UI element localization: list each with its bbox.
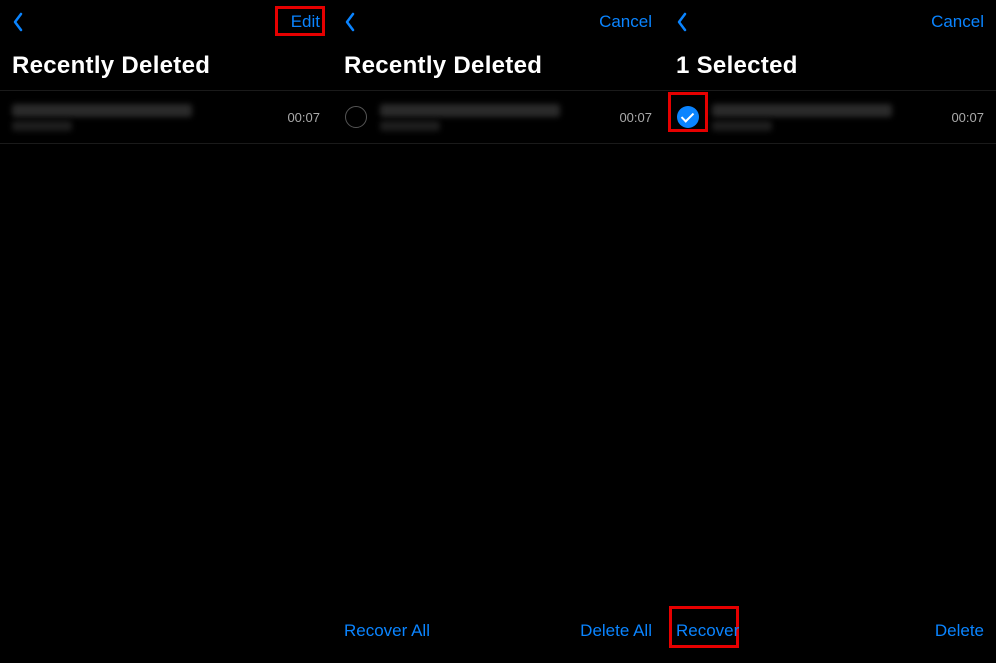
duration-label: 00:07 [951, 110, 984, 125]
divider [332, 143, 664, 144]
duration-label: 00:07 [619, 110, 652, 125]
memo-title-redacted [12, 104, 279, 131]
divider [664, 143, 996, 144]
chevron-left-icon [676, 12, 688, 32]
nav-bar: Cancel [332, 0, 664, 44]
delete-all-button[interactable]: Delete All [580, 621, 652, 641]
duration-label: 00:07 [287, 110, 320, 125]
chevron-left-icon [344, 12, 356, 32]
circle-unchecked-icon [345, 106, 367, 128]
recover-all-button[interactable]: Recover All [344, 621, 430, 641]
chevron-left-icon [12, 12, 24, 32]
back-button[interactable] [12, 12, 24, 32]
recover-button[interactable]: Recover [676, 621, 739, 641]
page-title: Recently Deleted [0, 44, 332, 90]
cancel-button[interactable]: Cancel [931, 12, 984, 32]
memo-title-redacted [712, 104, 943, 131]
back-button[interactable] [344, 12, 356, 32]
memo-title-redacted [380, 104, 611, 131]
divider [0, 143, 332, 144]
page-title: 1 Selected [664, 44, 996, 90]
page-title: Recently Deleted [332, 44, 664, 90]
edit-button[interactable]: Edit [291, 12, 320, 32]
nav-bar: Edit [0, 0, 332, 44]
pane-3: Cancel 1 Selected 00:07 Recover Delete [664, 0, 996, 663]
list-item[interactable]: 00:07 [0, 91, 332, 143]
back-button[interactable] [676, 12, 688, 32]
list-item[interactable]: 00:07 [664, 91, 996, 143]
select-checkbox[interactable] [676, 105, 700, 129]
pane-2: Cancel Recently Deleted 00:07 Recover Al… [332, 0, 664, 663]
bottom-toolbar: Recover Delete [664, 609, 996, 663]
nav-bar: Cancel [664, 0, 996, 44]
bottom-toolbar: Recover All Delete All [332, 609, 664, 663]
checkmark-circle-icon [677, 106, 699, 128]
cancel-button[interactable]: Cancel [599, 12, 652, 32]
delete-button[interactable]: Delete [935, 621, 984, 641]
pane-1: Edit Recently Deleted 00:07 [0, 0, 332, 663]
list-item[interactable]: 00:07 [332, 91, 664, 143]
select-checkbox[interactable] [344, 105, 368, 129]
